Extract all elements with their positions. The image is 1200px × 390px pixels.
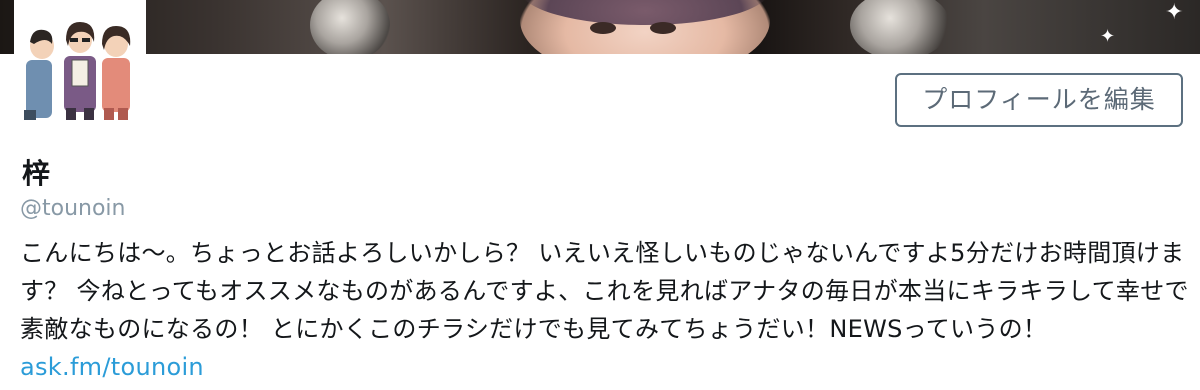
banner-eye-right	[650, 22, 676, 34]
profile-bio: こんにちは〜。ちょっとお話よろしいかしら？ いえいえ怪しいものじゃないんですよ5…	[20, 234, 1190, 386]
user-handle[interactable]: @tounoin	[20, 196, 126, 221]
sparkle-icon: ✦	[1165, 0, 1184, 25]
avatar-illustration	[20, 0, 140, 122]
banner-glass-right	[850, 0, 950, 54]
banner-eye-left	[590, 22, 616, 34]
edit-profile-button[interactable]: プロフィールを編集	[895, 73, 1183, 127]
banner-glass-left	[310, 0, 390, 54]
header-banner-image[interactable]: ✦ ✦	[0, 0, 1200, 54]
display-name: 梓	[22, 157, 51, 190]
bio-link[interactable]: ask.fm/tounoin	[20, 353, 204, 381]
profile-avatar[interactable]	[14, 0, 146, 128]
sparkle-icon: ✦	[1100, 26, 1116, 47]
bio-text: こんにちは〜。ちょっとお話よろしいかしら？ いえいえ怪しいものじゃないんですよ5…	[20, 239, 1189, 343]
